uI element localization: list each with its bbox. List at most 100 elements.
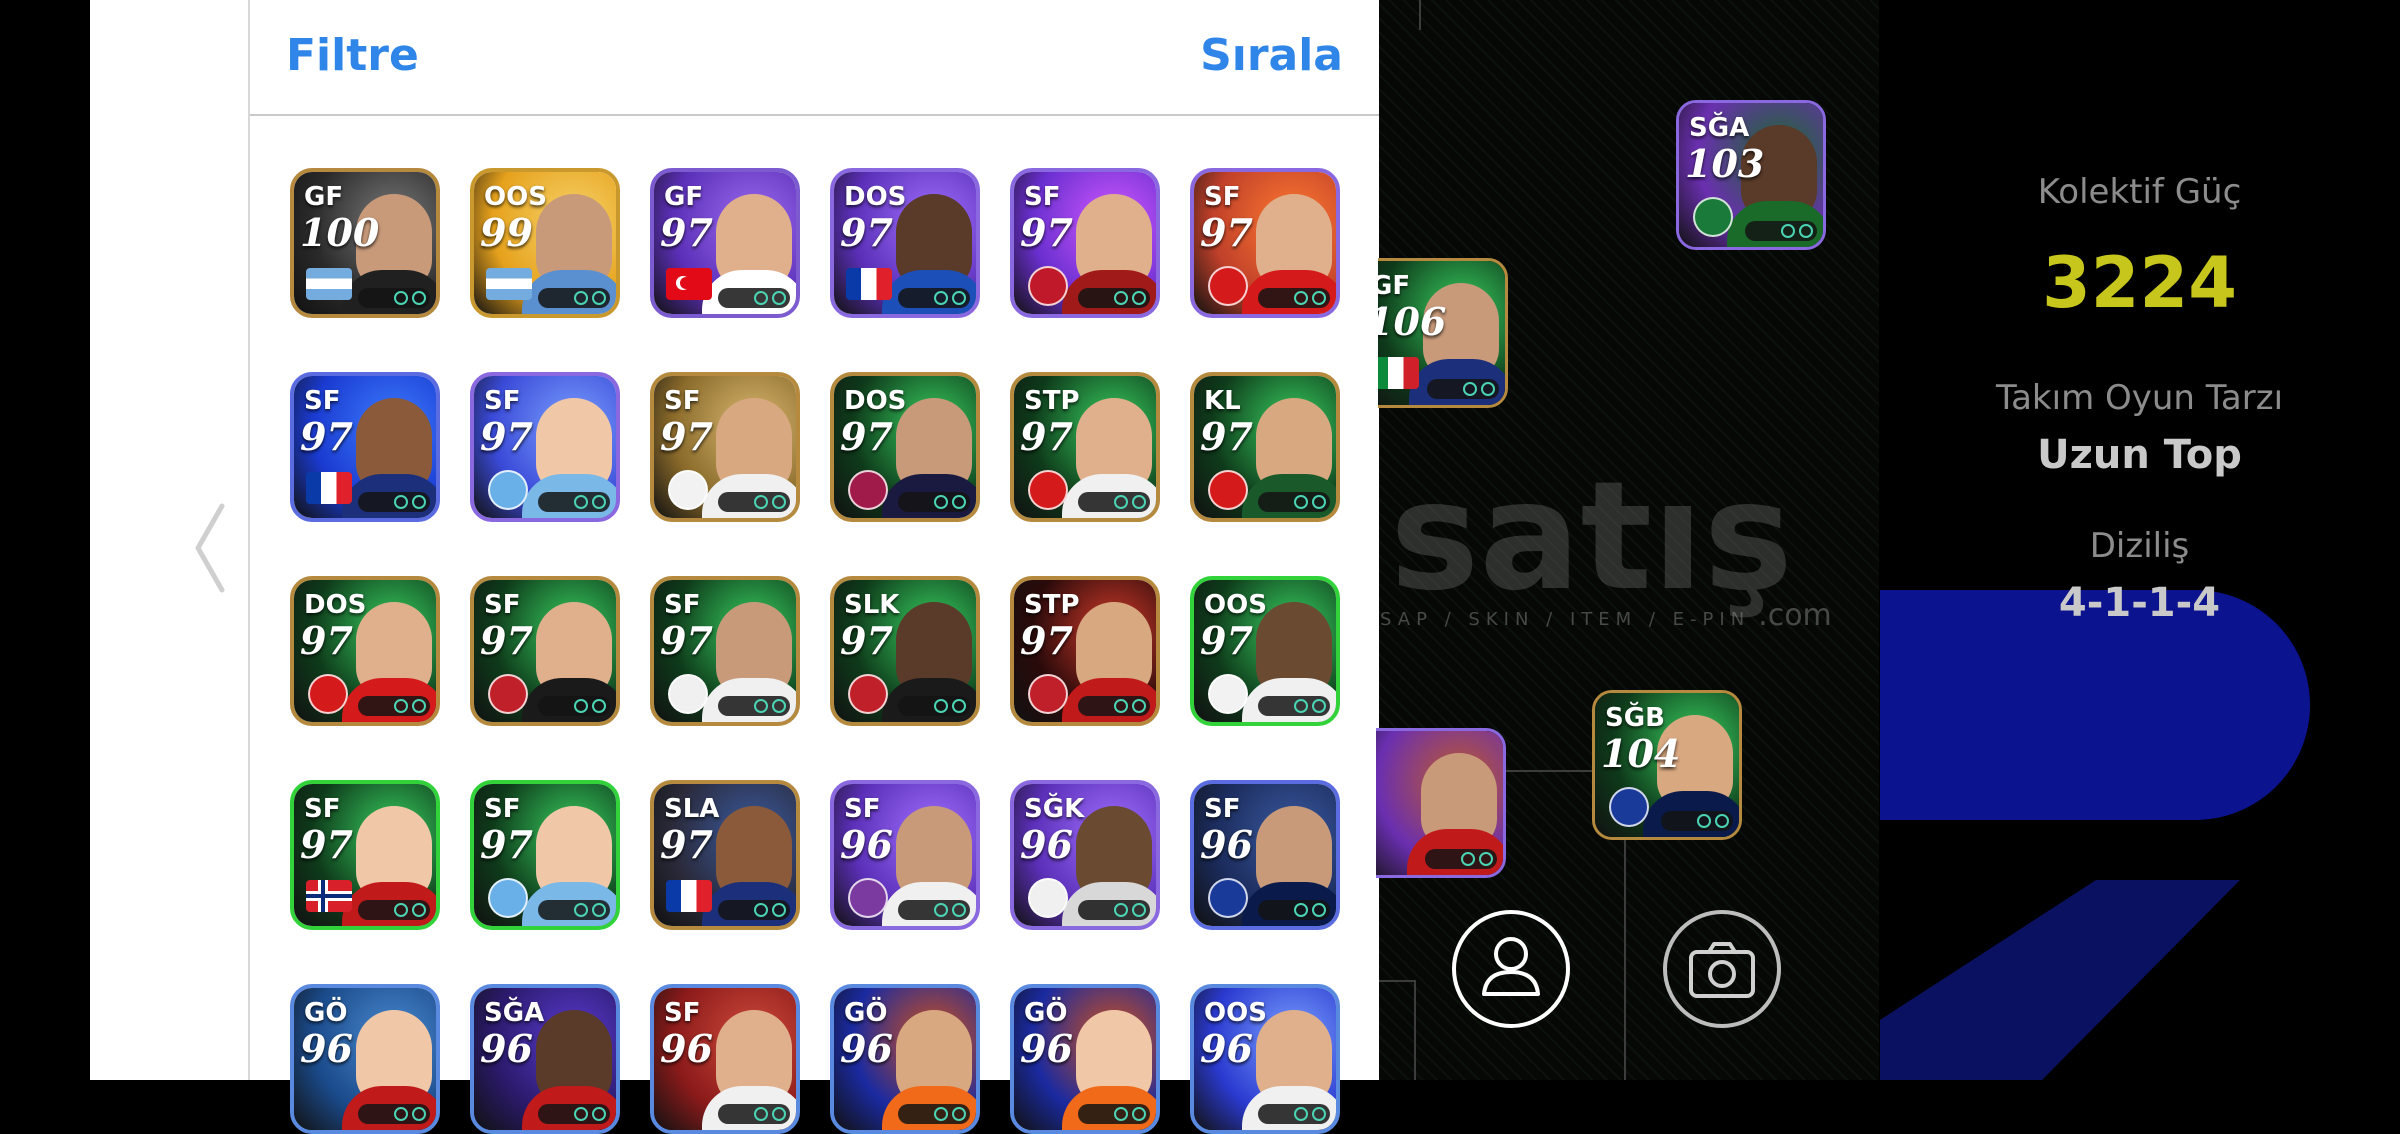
player-card[interactable]: SF 97 <box>650 372 800 522</box>
player-card[interactable]: SF 97 <box>470 372 620 522</box>
player-position: SF <box>664 386 701 416</box>
player-rating: 97 <box>1020 414 1073 459</box>
pitch-player-card[interactable]: SĞB 104 <box>1592 690 1742 840</box>
formation-value: 4-1-1-4 <box>2058 580 2221 626</box>
player-card[interactable]: GF 97 <box>650 168 800 318</box>
pitch-line <box>1414 980 1416 1080</box>
player-rating: 97 <box>660 210 713 255</box>
crest-flamengo-icon <box>848 674 888 714</box>
camera-button[interactable] <box>1663 910 1781 1028</box>
sort-button[interactable]: Sırala <box>1200 30 1343 81</box>
player-card[interactable]: SF 96 <box>1190 780 1340 930</box>
player-card[interactable]: DOS 97 <box>830 372 980 522</box>
player-card[interactable]: SF 97 <box>1190 168 1340 318</box>
pitch-player-card[interactable] <box>1376 728 1506 878</box>
card-skill-slots <box>358 288 430 308</box>
player-card[interactable]: DOS 97 <box>290 576 440 726</box>
card-skill-slots <box>358 900 430 920</box>
player-card[interactable]: SF 96 <box>650 984 800 1134</box>
player-rating: 96 <box>480 1026 533 1071</box>
crest-madrid-icon <box>1208 674 1248 714</box>
crest-milan-icon <box>1028 674 1068 714</box>
player-card[interactable]: SĞA 96 <box>470 984 620 1134</box>
player-card[interactable]: SLA 97 <box>650 780 800 930</box>
decorative-shape <box>1880 880 2240 1080</box>
crest-arsenal-icon <box>308 674 348 714</box>
player-card[interactable]: SF 97 <box>650 576 800 726</box>
player-position: GF <box>664 182 704 212</box>
panel-header: Filtre Sırala <box>250 0 1381 116</box>
pitch-player-card[interactable]: SĞA 103 <box>1676 100 1826 250</box>
player-rating: 97 <box>480 618 533 663</box>
player-card[interactable]: SF 97 <box>1010 168 1160 318</box>
player-position: SF <box>484 794 521 824</box>
player-rating: 97 <box>660 414 713 459</box>
player-card[interactable]: OOS 97 <box>1190 576 1340 726</box>
player-card[interactable]: GF 100 <box>290 168 440 318</box>
player-rating: 96 <box>1020 822 1073 867</box>
player-rating: 97 <box>300 618 353 663</box>
player-card[interactable]: KL 97 <box>1190 372 1340 522</box>
player-card[interactable]: GÖ 96 <box>1010 984 1160 1134</box>
pitch-player-card[interactable]: GF 106 <box>1378 258 1508 408</box>
argentina-flag-icon <box>486 268 532 300</box>
player-position: KL <box>1204 386 1241 416</box>
player-rating: 97 <box>480 822 533 867</box>
profile-button[interactable] <box>1452 910 1570 1028</box>
card-skill-slots <box>1258 900 1330 920</box>
crest-club-icon <box>1028 266 1068 306</box>
card-skill-slots <box>538 492 610 512</box>
card-skill-slots <box>1078 492 1150 512</box>
player-position: SF <box>1204 182 1241 212</box>
pitch-line <box>1419 0 1421 30</box>
player-rating: 99 <box>480 210 533 255</box>
player-rating: 96 <box>840 822 893 867</box>
player-position: SF <box>844 794 881 824</box>
player-card[interactable]: SF 97 <box>470 576 620 726</box>
player-card-grid: GF 100 OOS 99 GF 97 DOS 97 SF 97 SF 97 SF 97 SF 97 SF 97 D… <box>250 114 1381 1134</box>
card-skill-slots <box>1258 288 1330 308</box>
player-card[interactable]: SF 97 <box>290 780 440 930</box>
player-card[interactable]: DOS 97 <box>830 168 980 318</box>
player-rating: 97 <box>1200 210 1253 255</box>
player-rating: 96 <box>660 1026 713 1071</box>
card-skill-slots <box>718 696 790 716</box>
player-position: OOS <box>484 182 547 212</box>
card-skill-slots <box>358 492 430 512</box>
player-card[interactable]: OOS 96 <box>1190 984 1340 1134</box>
france-flag-icon <box>666 880 712 912</box>
player-card[interactable]: GÖ 96 <box>290 984 440 1134</box>
crest-valladolid-icon <box>848 878 888 918</box>
player-card[interactable]: SĞK 96 <box>1010 780 1160 930</box>
card-skill-slots <box>1078 900 1150 920</box>
play-style-value: Uzun Top <box>2037 432 2242 478</box>
player-rating: 97 <box>300 822 353 867</box>
france-flag-icon <box>846 268 892 300</box>
player-card[interactable]: SF 97 <box>470 780 620 930</box>
player-card[interactable]: STP 97 <box>1010 576 1160 726</box>
card-skill-slots <box>1661 811 1733 831</box>
player-card[interactable]: OOS 99 <box>470 168 620 318</box>
chevron-left-icon[interactable] <box>190 498 230 598</box>
card-skill-slots <box>1258 492 1330 512</box>
player-position: GÖ <box>1024 998 1068 1028</box>
player-position: GF <box>304 182 344 212</box>
player-position: SF <box>1024 182 1061 212</box>
player-position: SLK <box>844 590 900 620</box>
player-card[interactable]: SF 96 <box>830 780 980 930</box>
card-skill-slots <box>898 492 970 512</box>
player-card[interactable]: STP 97 <box>1010 372 1160 522</box>
player-card[interactable]: SLK 97 <box>830 576 980 726</box>
card-skill-slots <box>1078 696 1150 716</box>
card-skill-slots <box>358 696 430 716</box>
crest-barca-icon <box>848 470 888 510</box>
filter-button[interactable]: Filtre <box>286 30 419 81</box>
player-rating: 100 <box>300 210 380 255</box>
card-skill-slots <box>538 288 610 308</box>
player-rating: 97 <box>300 414 353 459</box>
card-skill-slots <box>1258 696 1330 716</box>
crest-palmeiras-icon <box>1693 197 1733 237</box>
card-skill-slots <box>1078 288 1150 308</box>
player-card[interactable]: GÖ 96 <box>830 984 980 1134</box>
player-card[interactable]: SF 97 <box>290 372 440 522</box>
